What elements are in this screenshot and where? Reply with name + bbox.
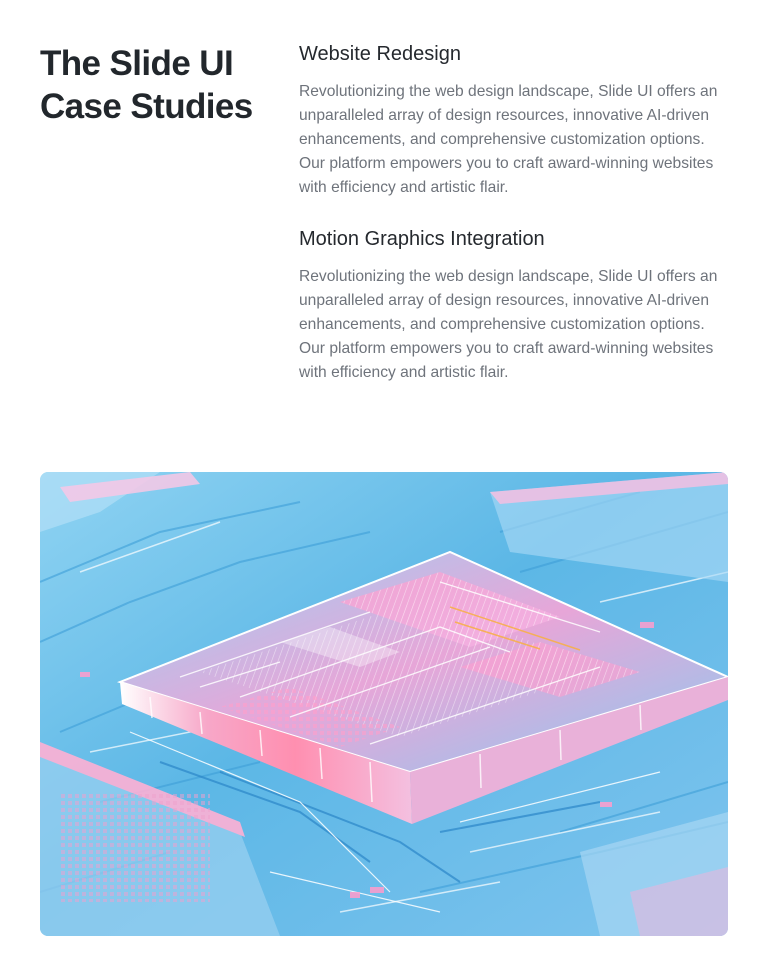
case-study-list: Website Redesign Revolutionizing the web… — [299, 42, 731, 412]
page-title: The Slide UI Case Studies — [40, 44, 253, 126]
case-study-title: Website Redesign — [299, 43, 461, 65]
case-study-title: Motion Graphics Integration — [299, 228, 545, 250]
case-study-description: Revolutionizing the web design landscape… — [299, 268, 718, 381]
case-study-motion-graphics: Motion Graphics Integration Revolutioniz… — [299, 227, 731, 385]
case-study-website-redesign: Website Redesign Revolutionizing the web… — [299, 42, 731, 200]
case-study-description: Revolutionizing the web design landscape… — [299, 83, 718, 196]
hero-image-chip — [40, 472, 728, 936]
chip-illustration — [40, 472, 728, 936]
